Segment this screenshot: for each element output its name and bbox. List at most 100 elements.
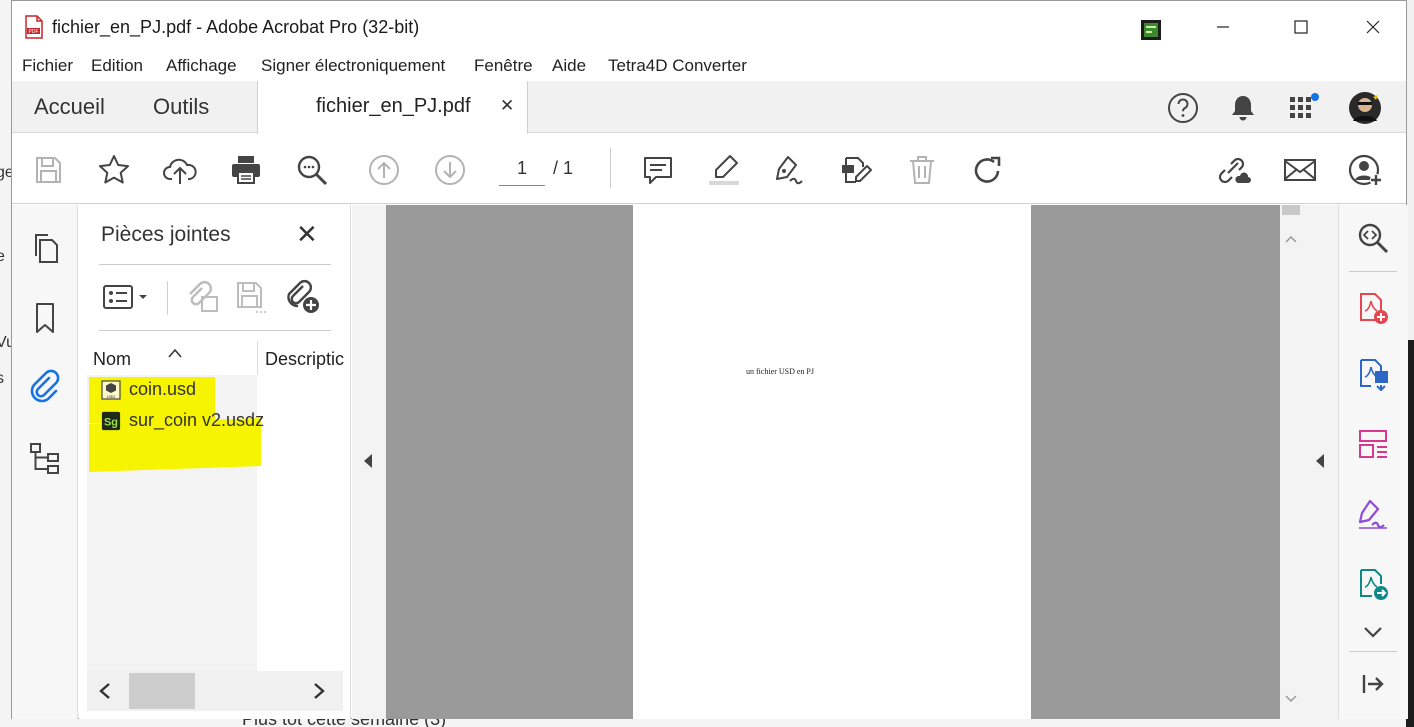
attachments-paperclip-icon[interactable] bbox=[26, 367, 64, 405]
star-bookmark-icon[interactable] bbox=[95, 151, 133, 189]
rail-divider bbox=[1349, 271, 1397, 272]
left-navigation-rail bbox=[12, 205, 78, 719]
tab-bar: Accueil Outils fichier_en_PJ.pdf ✕ bbox=[12, 81, 1406, 134]
document-view[interactable]: un fichier USD en PJ bbox=[386, 205, 1280, 719]
scroll-left-icon[interactable] bbox=[95, 681, 115, 706]
save-icon[interactable] bbox=[29, 151, 67, 189]
attachment-row[interactable]: Sg sur_coin v2.usdz bbox=[101, 410, 264, 431]
tab-document[interactable]: fichier_en_PJ.pdf ✕ bbox=[257, 81, 528, 134]
scrollbar-thumb[interactable] bbox=[129, 673, 195, 709]
menu-fenetre[interactable]: Fenêtre bbox=[474, 56, 533, 76]
print-icon[interactable] bbox=[227, 151, 265, 189]
rail-divider bbox=[1349, 651, 1397, 652]
content-tree-icon[interactable] bbox=[26, 439, 64, 477]
next-page-icon[interactable] bbox=[431, 151, 469, 189]
tab-tools[interactable]: Outils bbox=[153, 94, 209, 120]
fill-sign-icon[interactable] bbox=[837, 151, 875, 189]
svg-text:USD: USD bbox=[107, 394, 116, 399]
apps-grid-icon[interactable] bbox=[1286, 91, 1320, 125]
maximize-button[interactable] bbox=[1278, 11, 1324, 43]
zoom-search-icon[interactable] bbox=[293, 151, 331, 189]
cloud-upload-icon[interactable] bbox=[161, 151, 199, 189]
notifications-bell-icon[interactable] bbox=[1226, 91, 1260, 125]
bookmarks-icon[interactable] bbox=[26, 299, 64, 337]
share-link-icon[interactable] bbox=[1215, 151, 1253, 189]
zoom-tool-icon[interactable] bbox=[1354, 219, 1392, 257]
hud-icon[interactable] bbox=[1140, 19, 1162, 41]
fill-sign-tool-icon[interactable] bbox=[1354, 495, 1392, 533]
page-thumbnails-icon[interactable] bbox=[26, 229, 64, 267]
description-column bbox=[257, 375, 343, 671]
help-icon[interactable] bbox=[1166, 91, 1200, 125]
background-window-bottom: Plus tôt cette semaine (3) bbox=[0, 718, 1414, 727]
close-window-button[interactable] bbox=[1350, 11, 1396, 43]
svg-text:Sg: Sg bbox=[104, 416, 118, 428]
background-text: Plus tôt cette semaine (3) bbox=[242, 718, 446, 727]
panel-toolbar-divider bbox=[167, 281, 168, 315]
toolbar-divider bbox=[610, 148, 611, 188]
panel-title: Pièces jointes bbox=[101, 223, 231, 246]
delete-trash-icon[interactable] bbox=[903, 151, 941, 189]
panel-divider bbox=[99, 264, 331, 265]
pdf-app-icon: PDF bbox=[24, 15, 44, 44]
sort-ascending-icon[interactable] bbox=[167, 343, 183, 377]
usd-file-icon: USD bbox=[101, 379, 121, 400]
attachments-panel: Pièces jointes ✕ Nom Descriptic USD coin… bbox=[79, 205, 351, 719]
right-pane-collapse[interactable] bbox=[1302, 205, 1338, 719]
page-number-input[interactable]: 1 bbox=[499, 152, 545, 186]
save-attachment-icon[interactable] bbox=[231, 277, 271, 317]
export-pdf-icon[interactable] bbox=[1354, 355, 1392, 393]
rotate-redo-icon[interactable] bbox=[969, 151, 1007, 189]
user-avatar[interactable] bbox=[1348, 91, 1382, 125]
background-text-fragment: e bbox=[0, 248, 5, 265]
substance-sg-icon: Sg bbox=[101, 411, 121, 431]
close-panel-icon[interactable]: ✕ bbox=[296, 219, 318, 250]
email-envelope-icon[interactable] bbox=[1281, 151, 1319, 189]
open-attachment-icon[interactable] bbox=[183, 277, 223, 317]
svg-text:PDF: PDF bbox=[29, 29, 39, 35]
attachment-row[interactable]: USD coin.usd bbox=[101, 379, 196, 400]
panel-divider bbox=[99, 330, 331, 331]
main-toolbar: 1 / 1 bbox=[12, 134, 1406, 204]
collapse-left-icon[interactable] bbox=[362, 453, 374, 474]
scroll-down-icon[interactable] bbox=[1285, 691, 1297, 709]
menu-signer[interactable]: Signer électroniquement bbox=[261, 56, 445, 76]
collapse-panel-arrow-icon[interactable] bbox=[1354, 665, 1392, 703]
minimize-button[interactable] bbox=[1200, 11, 1246, 43]
column-divider bbox=[257, 341, 258, 375]
scrollbar-thumb[interactable] bbox=[1282, 205, 1300, 215]
window-title: fichier_en_PJ.pdf - Adobe Acrobat Pro (3… bbox=[52, 17, 420, 37]
title-bar: PDF fichier_en_PJ.pdf - Adobe Acrobat Pr… bbox=[12, 1, 1406, 53]
menu-edition[interactable]: Edition bbox=[91, 56, 143, 76]
menu-tetra4d[interactable]: Tetra4D Converter bbox=[608, 56, 747, 76]
document-tab-label: fichier_en_PJ.pdf bbox=[316, 95, 471, 117]
scroll-right-icon[interactable] bbox=[309, 681, 329, 706]
add-attachment-icon[interactable] bbox=[283, 277, 323, 317]
page-text: un fichier USD en PJ bbox=[746, 367, 814, 376]
options-menu-icon[interactable] bbox=[99, 277, 155, 317]
page-total: / 1 bbox=[553, 158, 574, 178]
more-tools-chevron-down-icon[interactable] bbox=[1354, 613, 1392, 651]
collapse-right-icon[interactable] bbox=[1314, 453, 1326, 474]
highlight-icon[interactable] bbox=[705, 151, 743, 189]
add-user-icon[interactable] bbox=[1347, 151, 1385, 189]
draw-pen-icon[interactable] bbox=[771, 151, 809, 189]
attachment-name: coin.usd bbox=[129, 379, 197, 399]
vertical-scrollbar[interactable] bbox=[1280, 205, 1302, 719]
comment-icon[interactable] bbox=[639, 151, 677, 189]
create-pdf-icon[interactable] bbox=[1354, 289, 1392, 327]
scroll-up-icon[interactable] bbox=[1285, 231, 1297, 249]
menu-aide[interactable]: Aide bbox=[552, 56, 586, 76]
menu-fichier[interactable]: Fichier bbox=[22, 56, 73, 76]
horizontal-scrollbar[interactable] bbox=[87, 671, 343, 711]
menu-affichage[interactable]: Affichage bbox=[166, 56, 237, 76]
organize-pages-icon[interactable] bbox=[1354, 425, 1392, 463]
send-for-review-icon[interactable] bbox=[1354, 565, 1392, 603]
menu-bar: Fichier Edition Affichage Signer électro… bbox=[12, 53, 1406, 81]
tab-home[interactable]: Accueil bbox=[34, 94, 105, 120]
previous-page-icon[interactable] bbox=[365, 151, 403, 189]
background-text-fragment: s bbox=[0, 370, 4, 387]
close-tab-icon[interactable]: ✕ bbox=[500, 96, 514, 116]
left-pane-collapse[interactable] bbox=[352, 205, 386, 719]
pdf-page[interactable]: un fichier USD en PJ bbox=[633, 205, 1031, 719]
